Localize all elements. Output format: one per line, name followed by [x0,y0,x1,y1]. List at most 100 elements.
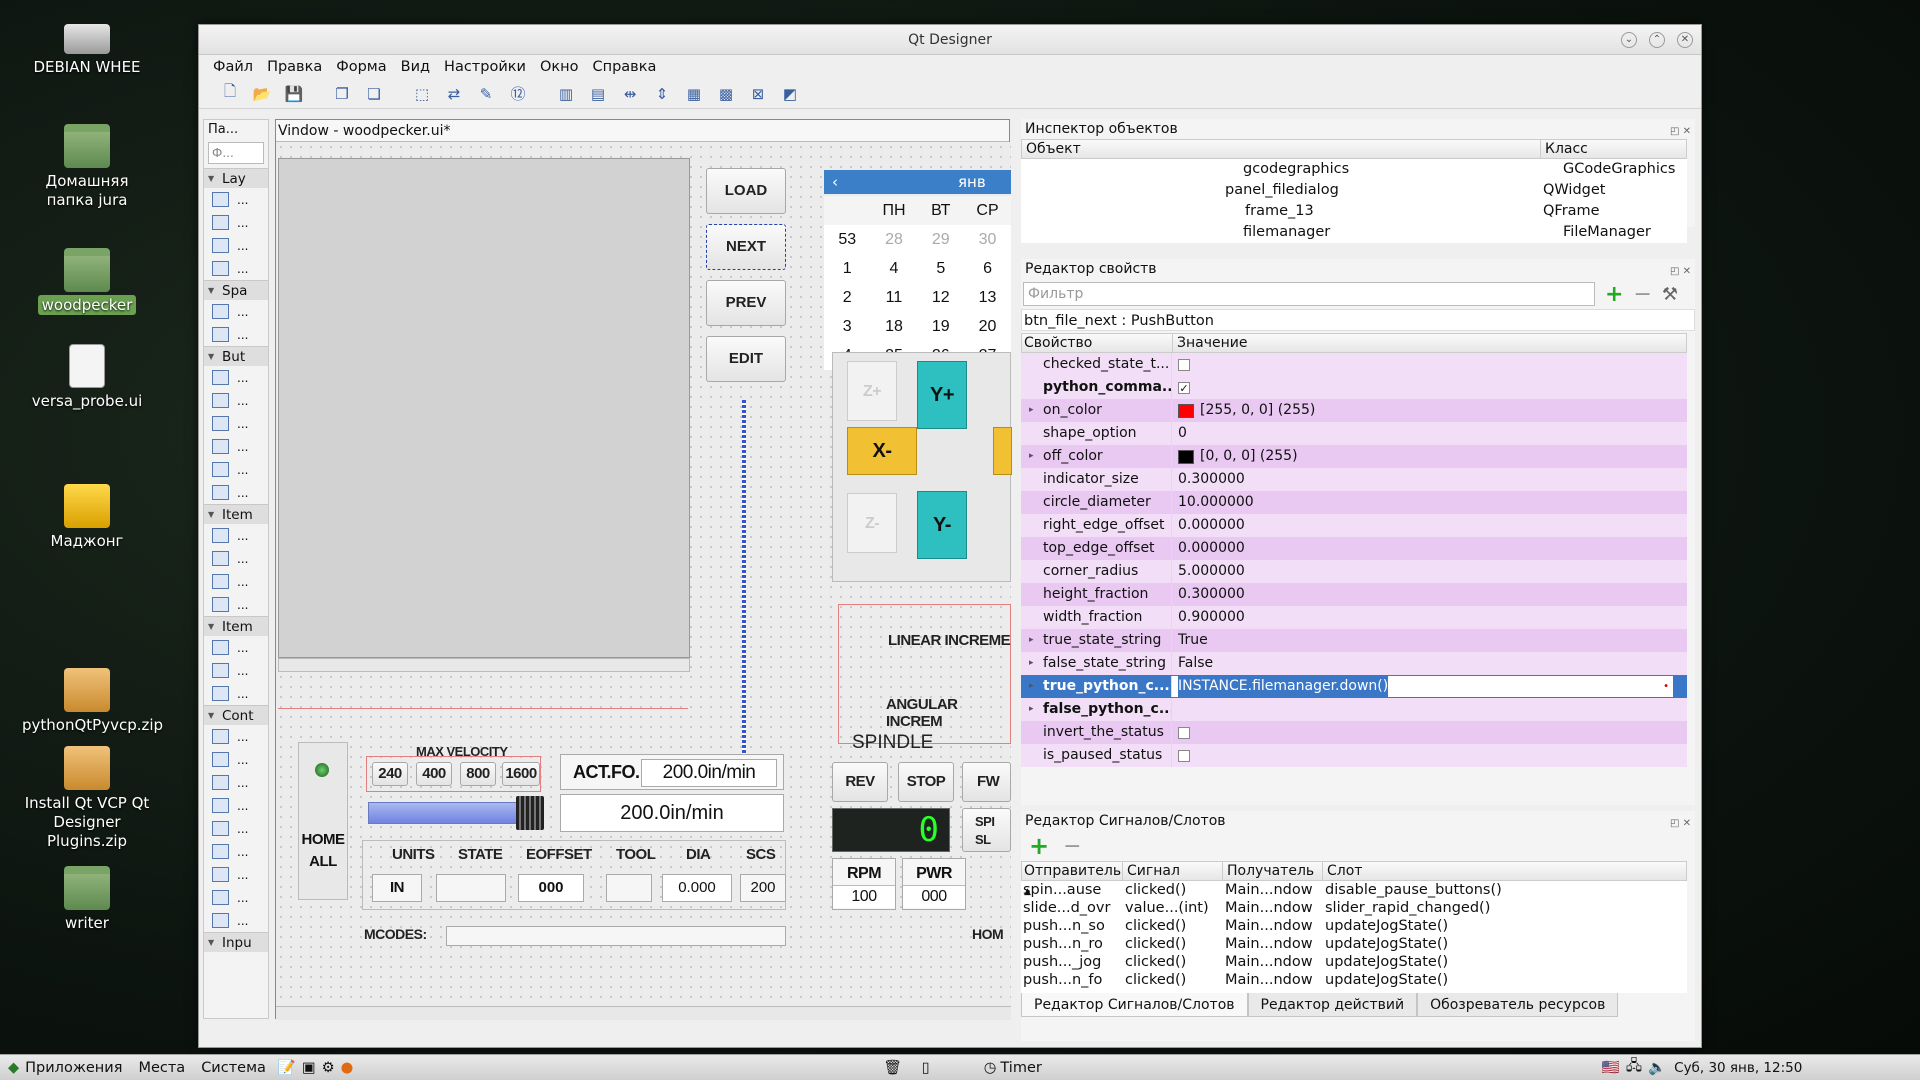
property-row[interactable]: ▸ false_state_string False [1021,652,1687,675]
calendar-day[interactable]: 29 [917,225,964,254]
volume-icon[interactable]: 🔈 [1648,1059,1666,1076]
col-receiver[interactable]: Получатель [1222,862,1322,880]
remove-property-icon[interactable]: − [1633,282,1651,307]
calendar-day[interactable]: 30 [964,225,1011,254]
velocity-1600-button[interactable]: 1600 [502,762,540,786]
open-file-icon[interactable]: 📂 [249,82,275,106]
property-row[interactable]: right_edge_offset 0.000000 [1021,514,1687,537]
property-value[interactable] [1171,698,1687,721]
property-row[interactable]: ▸ true_state_string True [1021,629,1687,652]
widget-item[interactable]: ... [204,817,268,840]
property-row[interactable]: checked_state_t... [1021,353,1687,376]
property-row[interactable]: ▸ off_color [0, 0, 0] (255) [1021,445,1687,468]
widget-item[interactable]: ... [204,211,268,234]
tree-row[interactable]: frame_13 QFrame [1021,201,1687,222]
menu-file[interactable]: Файл [213,59,253,75]
col-property[interactable]: Свойство [1022,334,1172,352]
calendar-day[interactable]: 13 [964,283,1011,312]
widget-item[interactable]: ... [204,682,268,705]
expand-arrow-icon[interactable]: ▸ [1029,698,1034,721]
dock-close-icon[interactable]: ◰ ✕ [1670,122,1691,142]
calendar-day[interactable]: 12 [917,283,964,312]
property-value[interactable]: True [1171,629,1687,652]
remove-connection-icon[interactable]: − [1063,834,1081,859]
widget-item[interactable]: ... [204,771,268,794]
system-menu[interactable]: Система [201,1060,266,1076]
edit-signals-icon[interactable]: ⇄ [441,82,467,106]
desktop-icon-drive[interactable]: DEBIAN WHEE [22,14,152,77]
menu-view[interactable]: Вид [401,59,430,75]
add-property-icon[interactable]: + [1605,282,1623,307]
timer-label[interactable]: Timer [1000,1060,1041,1076]
property-value[interactable]: 0.000000 [1171,537,1687,560]
property-value[interactable]: [255, 0, 0] (255) [1171,399,1687,422]
y-plus-button[interactable]: Y+ [917,361,967,429]
layout-splitter-h-icon[interactable]: ⇹ [617,82,643,106]
desktop-icon-mahjong[interactable]: Маджонг [22,484,152,551]
property-row[interactable]: ▸ on_color [255, 0, 0] (255) [1021,399,1687,422]
spindle-stop-button[interactable]: STOP [898,762,954,802]
widget-filter-input[interactable]: Ф... [208,142,264,164]
dock-close-icon[interactable]: ◰ ✕ [1670,262,1691,282]
connection-row[interactable]: push...n_ro clicked() Main...ndow updateJog… [1021,935,1687,953]
property-value[interactable]: 0 [1171,422,1687,445]
z-up-button[interactable]: Z+ [847,361,897,421]
applications-menu[interactable]: Приложения [25,1060,122,1076]
property-value[interactable]: 5.000000 [1171,560,1687,583]
spindle-rev-button[interactable]: REV [832,762,888,802]
adjust-size-icon[interactable]: ◩ [777,82,803,106]
calendar-day[interactable]: 19 [917,312,964,341]
property-value[interactable]: INSTANCE.filemanager.down() • [1171,675,1673,698]
next-button[interactable]: NEXT [706,224,786,270]
z-down-button[interactable]: Z- [847,493,897,553]
widget-item[interactable]: ... [204,748,268,771]
col-class[interactable]: Класс [1540,140,1686,158]
calendar-day[interactable]: 6 [964,254,1011,283]
velocity-slider-track[interactable] [368,802,518,824]
x-plus-button[interactable] [993,427,1012,475]
desktop-icon-pythonqtpyvcp[interactable]: pythonQtPyvcp.zip [22,668,163,735]
keyboard-layout-icon[interactable]: 🇺🇸 [1602,1059,1620,1076]
category-item-views[interactable]: Item [204,504,268,525]
calendar-day[interactable]: 5 [917,254,964,283]
category-item-widgets[interactable]: Item [204,616,268,637]
firefox-icon[interactable]: ● [341,1060,354,1076]
places-menu[interactable]: Места [138,1060,185,1076]
calendar-day[interactable]: 28 [871,225,918,254]
expand-arrow-icon[interactable]: ▸ [1029,445,1034,468]
checked-box-icon[interactable]: ✓ [1178,381,1190,394]
edit-buddies-icon[interactable]: ✎ [473,82,499,106]
reset-value-icon[interactable]: • [1663,675,1673,698]
property-row[interactable]: height_fraction 0.300000 [1021,583,1687,606]
category-buttons[interactable]: But [204,346,268,367]
property-value[interactable]: 0.900000 [1171,606,1687,629]
property-row[interactable]: indicator_size 0.300000 [1021,468,1687,491]
widget-item[interactable]: ... [204,188,268,211]
break-layout-icon[interactable]: ⊠ [745,82,771,106]
property-row[interactable]: top_edge_offset 0.000000 [1021,537,1687,560]
tab-signal-slot-editor[interactable]: Редактор Сигналов/Слотов [1021,993,1248,1017]
menu-window[interactable]: Окно [540,59,579,75]
velocity-400-button[interactable]: 400 [416,762,452,786]
layout-grid-icon[interactable]: ▦ [681,82,707,106]
property-row[interactable]: is_paused_status [1021,744,1687,767]
save-file-icon[interactable]: 💾 [281,82,307,106]
widget-item[interactable]: ... [204,234,268,257]
category-input-widgets[interactable]: Inpu [204,932,268,953]
property-value[interactable]: 0.300000 [1171,583,1687,606]
widget-item[interactable]: ... [204,323,268,346]
network-icon[interactable]: 🖧 [1626,1055,1642,1080]
desktop-icon-versa-probe[interactable]: versa_probe.ui [22,344,152,411]
trash-icon[interactable]: 🗑 [883,1059,901,1076]
expand-arrow-icon[interactable]: ▸ [1029,629,1034,652]
property-row[interactable]: width_fraction 0.900000 [1021,606,1687,629]
property-value[interactable]: 0.300000 [1171,468,1687,491]
property-value[interactable]: 0.000000 [1171,514,1687,537]
widget-item[interactable]: ... [204,300,268,323]
property-row[interactable]: shape_option 0 [1021,422,1687,445]
widget-item[interactable]: ... [204,435,268,458]
maximize-icon[interactable]: ⌃ [1649,32,1665,48]
form-horizontal-scrollbar[interactable] [276,1006,1011,1020]
dock-close-icon[interactable]: ◰ ✕ [1670,814,1691,834]
configure-icon[interactable]: ⚒ [1662,284,1678,305]
